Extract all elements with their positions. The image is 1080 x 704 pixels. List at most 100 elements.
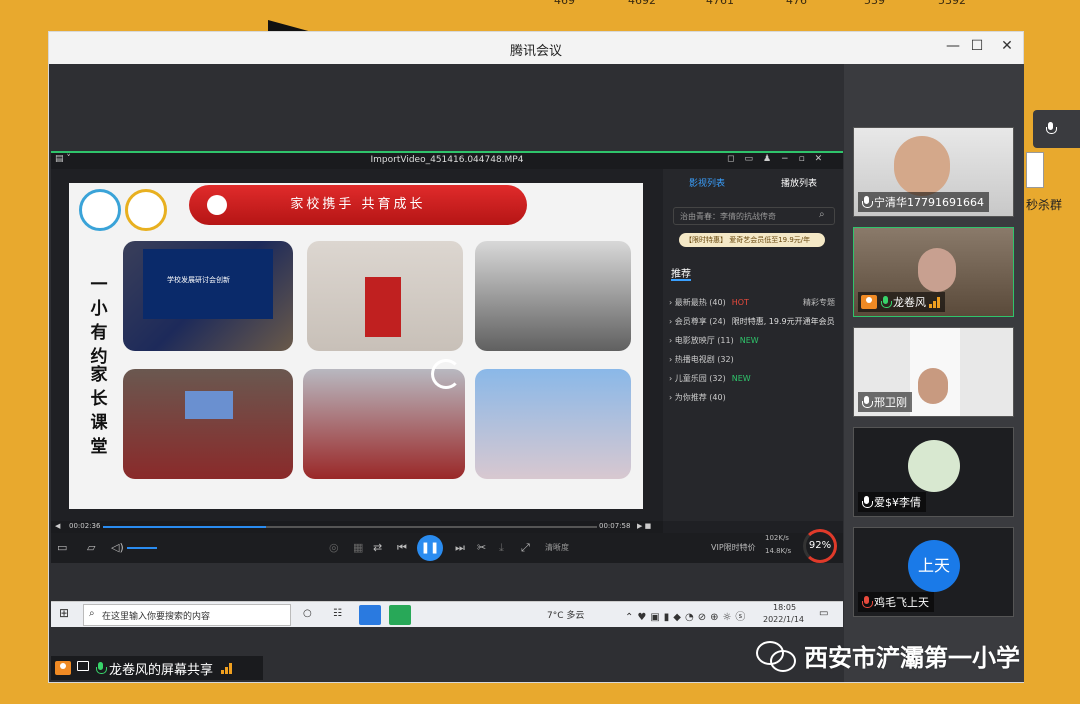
- taskbar-app-icon[interactable]: ☷: [333, 608, 342, 619]
- maximize-button[interactable]: ☐: [967, 38, 987, 54]
- volume-slider[interactable]: [127, 547, 157, 549]
- participant-name: 龙卷风: [893, 296, 926, 309]
- loading-spinner-icon: [431, 359, 461, 389]
- participant-text-avatar: 上天: [908, 540, 960, 592]
- notification-icon[interactable]: ▭: [819, 608, 828, 619]
- bg-number: 476: [786, 0, 807, 7]
- tab-play-list[interactable]: 播放列表: [781, 176, 817, 189]
- folder-icon[interactable]: ▭: [57, 541, 67, 554]
- vip-promo-banner[interactable]: 【限时特惠】 爱奇艺会员低至19.9元/年: [679, 233, 825, 247]
- tencent-meeting-taskbar-icon[interactable]: [359, 605, 381, 625]
- volume-icon[interactable]: ◁): [111, 541, 124, 554]
- task-view-icon[interactable]: ○: [303, 608, 312, 619]
- playlist-item-label: › 电影放映厅 (11): [669, 336, 734, 345]
- previous-icon[interactable]: ⏮: [397, 541, 407, 555]
- next-icon[interactable]: ⏭: [455, 541, 465, 555]
- taskbar-date: 2022/1/14: [763, 615, 805, 624]
- participant-tile-active[interactable]: 龙卷风: [853, 227, 1014, 317]
- close-button[interactable]: ✕: [997, 38, 1017, 54]
- slide-vertical-text-left: 一小有约: [90, 275, 108, 367]
- participant-name: 宁清华17791691664: [874, 196, 984, 209]
- fullscreen-icon[interactable]: ⤢: [521, 541, 530, 555]
- playlist-panel: 影视列表 播放列表 治由青春：李倩的抗战传奇 ⌕ 【限时特惠】 爱奇艺会员低至1…: [663, 169, 843, 521]
- windows-start-icon[interactable]: ⊞: [59, 606, 69, 620]
- participant-avatar-image: [908, 440, 960, 492]
- heading-underline: [671, 279, 691, 281]
- download-icon[interactable]: ⤓: [499, 541, 504, 555]
- player-window-controls[interactable]: ◻▭♟−▫✕: [727, 154, 832, 164]
- playlist-item[interactable]: › 儿童乐园 (32) NEW: [669, 373, 839, 384]
- video-file-name: ImportVideo_451416.044748.MP4: [370, 155, 524, 165]
- watermark-text: 西安市浐灞第一小学: [804, 644, 1020, 672]
- search-icon[interactable]: ⌕: [819, 209, 825, 220]
- participant-tile[interactable]: 上天 鸡毛飞上天: [853, 527, 1014, 617]
- taskbar-search-input[interactable]: 在这里输入你要搜索的内容: [83, 604, 291, 626]
- rewind-icon[interactable]: ◀: [55, 522, 60, 530]
- school-logo: [79, 189, 121, 231]
- screen-share-label: 龙卷风的屏幕共享: [109, 662, 214, 678]
- search-icon: ⌕: [89, 608, 95, 619]
- participant-video: [894, 136, 950, 196]
- bg-number: 4761: [706, 0, 734, 7]
- player-taskbar-icon[interactable]: [389, 605, 411, 625]
- bg-number: 5392: [938, 0, 966, 7]
- playlist-item[interactable]: › 为你推荐 (40): [669, 392, 839, 403]
- tab-video-list[interactable]: 影视列表: [689, 176, 725, 189]
- progress-bar-row: ◀ 00:02:36 00:07:58 ▶ ■: [51, 521, 663, 533]
- cut-icon[interactable]: ✂: [477, 541, 486, 554]
- screen-share-label-bar[interactable]: 龙卷风的屏幕共享: [51, 656, 263, 680]
- slide-photo-meeting-room: [475, 241, 631, 351]
- bg-number: 4692: [628, 0, 656, 7]
- pause-button[interactable]: ❚❚: [417, 535, 443, 561]
- screen-share-icon: [77, 661, 89, 671]
- playlist-item[interactable]: › 会员尊享 (24) 限时特惠, 19.9元开通年会员: [669, 316, 839, 327]
- participant-name-tag: 宁清华17791691664: [858, 192, 989, 212]
- system-tray-icons[interactable]: ⌃♥▣▮◆◔⊘⊕☼ⓢ: [625, 608, 749, 623]
- desktop-file-label: 秒杀群: [1026, 198, 1063, 212]
- participant-name: 鸡毛飞上天: [874, 596, 929, 609]
- settings-icon[interactable]: ⇄: [373, 541, 382, 554]
- participant-tile[interactable]: 邢卫刚: [853, 327, 1014, 417]
- bg-number: 469: [554, 0, 575, 7]
- windows-taskbar: ⊞ 在这里输入你要搜索的内容 ⌕ ○ ☷ 7°C 多云 ⌃♥▣▮◆◔⊘⊕☼ⓢ 1…: [51, 601, 843, 627]
- mic-muted-icon: [861, 595, 873, 609]
- quality-selector[interactable]: 清晰度: [545, 542, 569, 553]
- playlist-item-label: › 儿童乐园 (32): [669, 374, 726, 383]
- video-player: ▤ ˅ ImportVideo_451416.044748.MP4 ◻▭♟−▫✕…: [51, 151, 843, 563]
- upload-speed: 102K/s: [765, 534, 789, 542]
- hot-tag: HOT: [731, 298, 749, 307]
- slide-photo-auditorium: [123, 369, 293, 479]
- playlist-item-extra: 精彩专题: [803, 298, 835, 307]
- weather-label[interactable]: 7°C 多云: [547, 608, 584, 621]
- playlist-item-label: › 为你推荐 (40): [669, 393, 726, 402]
- playlist-search-input[interactable]: 治由青春：李倩的抗战传奇: [673, 207, 835, 225]
- participant-tile[interactable]: 宁清华17791691664: [853, 127, 1014, 217]
- screenshot-icon[interactable]: ◎: [329, 541, 339, 554]
- open-file-icon[interactable]: ▱: [87, 541, 95, 554]
- player-controls: ▭ ▱ ◁) ◎ ▦ ⇄ ⏮ ❚❚ ⏭ ✂ ⤓ ⤢ 清晰度 VIP限时特价 10…: [51, 529, 843, 563]
- participant-face: [918, 368, 948, 404]
- minimize-button[interactable]: —: [943, 38, 963, 54]
- wechat-icon: [756, 640, 796, 672]
- slide-vertical-text-right: 家长课堂: [90, 365, 108, 457]
- progress-track[interactable]: [103, 526, 597, 528]
- playlist-tabs: 影视列表 播放列表: [663, 169, 843, 195]
- playlist-item[interactable]: › 热播电视剧 (32): [669, 354, 839, 365]
- time-total: 00:07:58: [599, 522, 631, 530]
- floating-mic-panel[interactable]: [1033, 110, 1080, 148]
- window-title: 腾讯会议: [509, 44, 562, 59]
- record-icon[interactable]: ▦: [353, 541, 363, 554]
- school-logo: [125, 189, 167, 231]
- speed-gauge[interactable]: 92%: [803, 529, 837, 563]
- slide-photo-lecture: 学校发展研讨会创新: [123, 241, 293, 351]
- forward-icon[interactable]: ▶ ■: [637, 522, 651, 530]
- desktop-file-icon[interactable]: [1026, 152, 1044, 188]
- playlist-item[interactable]: › 电影放映厅 (11) NEW: [669, 335, 839, 346]
- signal-bars-icon: [929, 296, 940, 308]
- video-frame: 家校携手 共育成长 一小有约 家长课堂 学校发展研讨会创新: [69, 183, 643, 509]
- photo-caption: 学校发展研讨会创新: [167, 276, 230, 284]
- playlist-item[interactable]: › 最新最热 (40) HOT 精彩专题: [669, 297, 839, 308]
- participant-tile[interactable]: 爱$¥李倩: [853, 427, 1014, 517]
- vip-offer-label[interactable]: VIP限时特价: [711, 542, 756, 553]
- participant-name-tag: 爱$¥李倩: [858, 492, 926, 512]
